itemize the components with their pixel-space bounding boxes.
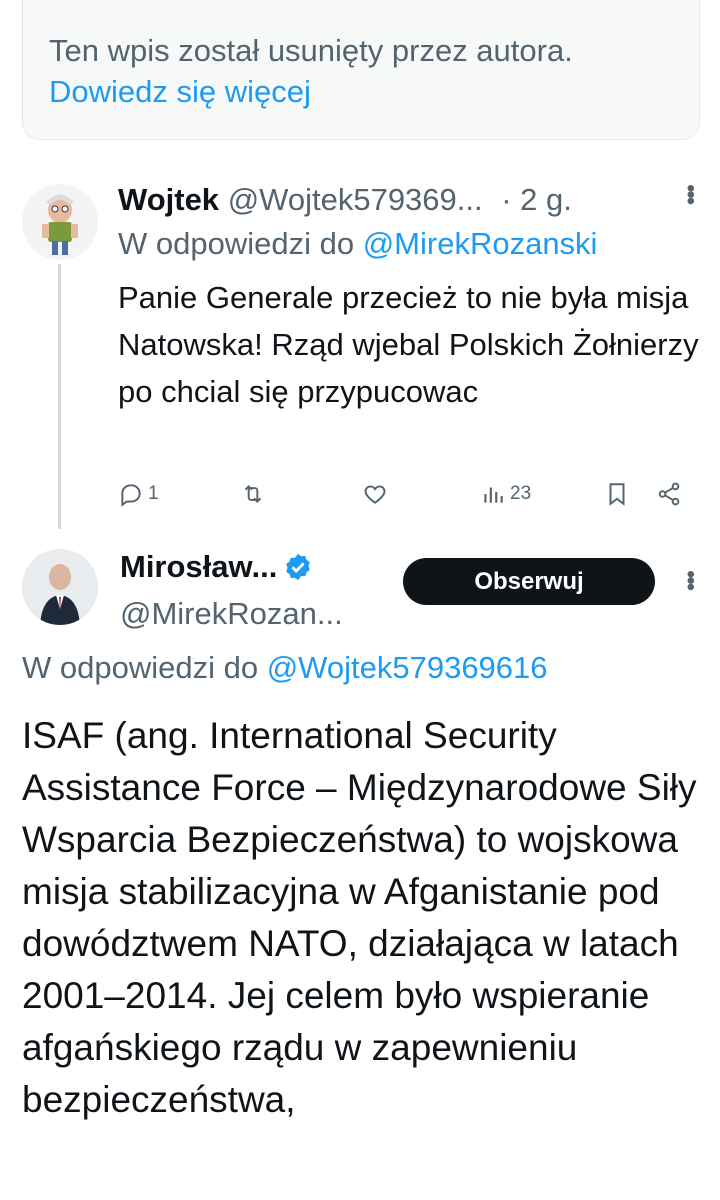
avatar-image xyxy=(22,184,98,260)
reply-context: W odpowiedzi do @Wojtek579369616 xyxy=(22,646,548,690)
avatar-image xyxy=(22,549,98,625)
avatar[interactable] xyxy=(22,184,98,260)
author-name-row: Mirosław... xyxy=(120,545,313,589)
like-button[interactable] xyxy=(362,474,388,514)
reply-count: 1 xyxy=(148,483,159,504)
more-icon[interactable]: ••• xyxy=(676,184,704,203)
bookmark-button[interactable] xyxy=(604,474,630,514)
reply-prefix: W odpowiedzi do xyxy=(118,226,355,261)
author-handle[interactable]: @Wojtek579369... xyxy=(228,182,483,217)
share-button[interactable] xyxy=(656,474,682,514)
views-count: 23 xyxy=(510,483,532,504)
retweet-icon xyxy=(244,485,262,503)
views-icon xyxy=(484,487,503,503)
learn-more-link[interactable]: Dowiedz się więcej xyxy=(49,74,311,109)
deleted-notice-text: Ten wpis został usunięty przez autora. xyxy=(49,33,573,68)
tweet-actions: 1 23 xyxy=(118,474,698,514)
retweet-button[interactable] xyxy=(240,474,266,514)
verified-icon xyxy=(286,553,311,581)
thread-line xyxy=(58,264,61,529)
share-icon xyxy=(658,482,680,506)
bookmark-icon xyxy=(609,483,625,506)
reply-context: W odpowiedzi do @MirekRozanski xyxy=(118,222,597,266)
reply-handle-link[interactable]: @Wojtek579369616 xyxy=(267,650,548,685)
reply-icon xyxy=(121,484,141,507)
tweet-text: Panie Generale przecież to nie była misj… xyxy=(118,280,699,409)
views-button[interactable]: 23 xyxy=(480,474,531,514)
author-handle[interactable]: @MirekRozan... xyxy=(120,592,343,636)
follow-button[interactable]: Obserwuj xyxy=(403,558,655,605)
tweet-text: ISAF (ang. International Security Assist… xyxy=(22,715,697,1120)
reply-button[interactable]: 1 xyxy=(118,474,159,514)
reply-prefix: W odpowiedzi do xyxy=(22,650,259,685)
deleted-tweet-notice: Ten wpis został usunięty przez autora. D… xyxy=(22,0,700,140)
author-name[interactable]: Wojtek xyxy=(118,182,219,217)
tweet-time[interactable]: · 2 g. xyxy=(501,182,572,217)
reply-handle-link[interactable]: @MirekRozanski xyxy=(363,226,598,261)
tweet-header: Wojtek @Wojtek579369... · 2 g. xyxy=(118,178,708,222)
like-icon xyxy=(364,485,386,504)
avatar[interactable] xyxy=(22,549,98,625)
author-name[interactable]: Mirosław... xyxy=(120,545,277,589)
more-icon[interactable]: ••• xyxy=(676,570,704,589)
